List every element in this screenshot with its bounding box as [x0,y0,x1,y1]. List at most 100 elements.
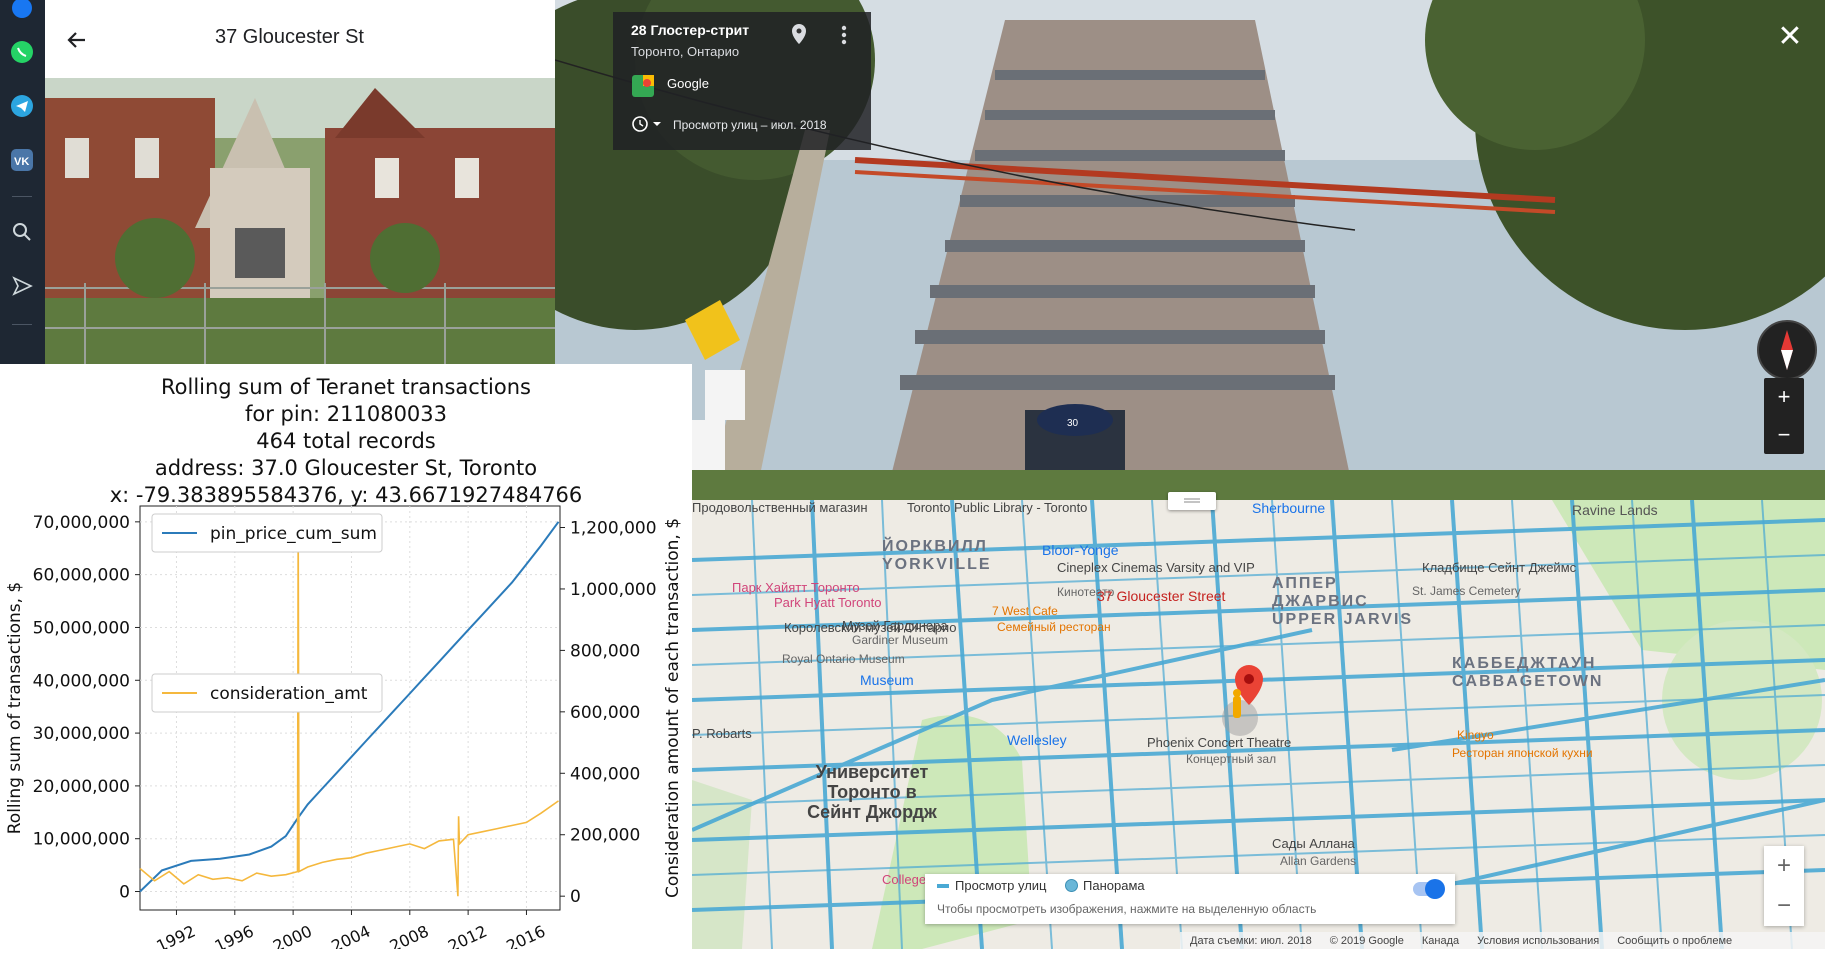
x-tick-label: 1992 [153,921,198,949]
time-travel-icon[interactable] [631,114,667,134]
region-link[interactable]: Канада [1422,935,1459,947]
map-label[interactable]: Sherbourne [1252,500,1325,516]
pegman-icon[interactable] [1233,696,1241,718]
map-label[interactable]: Кладбище Сейнт Джеймс [1422,560,1576,575]
map-label[interactable]: Wellesley [1007,732,1067,748]
legend-streetview: Просмотр улиц [955,878,1047,893]
google-brand[interactable]: Google [667,76,709,91]
street-view-city: Торонто, Онтарио [631,44,740,59]
search-icon[interactable] [8,218,36,246]
map-label[interactable]: Семейный ресторан [997,620,1111,634]
y-right-tick-label: 200,000 [570,826,640,846]
svg-text:VK: VK [14,156,29,168]
panorama-dot-icon [1065,879,1078,892]
map-zoom-out-button[interactable]: − [1764,886,1804,926]
street-view-legend: Просмотр улиц Панорама Чтобы просмотреть… [925,874,1455,924]
map-label: Университет Торонто в Сейнт Джордж [807,762,937,822]
street-view-info-card: 28 Глостер-стрит Торонто, Онтарио Google… [613,12,871,150]
x-tick-label: 2000 [270,921,315,949]
chart-title-line: x: -79.383895584376, y: 43.6671927484766 [110,483,583,507]
map-label[interactable]: Cineplex Cinemas Varsity and VIP [1057,560,1255,575]
vk-icon[interactable]: VK [8,146,36,174]
map-label[interactable]: Музей Гардинера [842,618,948,633]
map-label[interactable]: Ресторан японской кухни [1452,746,1593,760]
y-right-tick-label: 1,000,000 [570,580,657,600]
map-label[interactable]: Gardiner Museum [852,633,948,647]
messenger-sidebar: VK [0,0,45,364]
compass-icon[interactable] [1757,320,1817,380]
map-label[interactable]: Museum [860,672,914,688]
zoom-in-button[interactable]: + [1764,378,1804,416]
send-icon[interactable] [8,272,36,300]
map-label[interactable]: Парк Хайятт Торонто [732,580,860,595]
map-footer: Дата съемки: июл. 2018 © 2019 Google Кан… [1180,932,1825,949]
y-left-tick-label: 50,000,000 [33,618,130,638]
x-tick-label: 2008 [387,921,432,949]
messenger-icon[interactable] [8,0,36,22]
y-right-tick-label: 400,000 [570,764,640,784]
legend-label: pin_price_cum_sum [210,524,377,544]
y-left-tick-label: 10,000,000 [33,830,130,850]
y-right-axis-label: Consideration amount of each transaction… [663,518,683,898]
legend-panorama: Панорама [1083,878,1145,893]
x-tick-label: 2004 [328,921,373,949]
street-view-title[interactable]: 28 Глостер-стрит [631,22,749,38]
y-left-tick-label: 40,000,000 [33,671,130,691]
copyright: © 2019 Google [1329,934,1404,947]
legend-label: consideration_amt [210,684,368,704]
report-problem-link[interactable]: Сообщить о проблеме [1617,935,1732,947]
telegram-icon[interactable] [8,92,36,120]
map-label[interactable]: St. James Cemetery [1412,584,1521,598]
y-left-tick-label: 20,000,000 [33,777,130,797]
location-pin-icon[interactable] [789,22,809,46]
chart-title-line: 464 total records [256,429,435,453]
map-label[interactable]: Концертный зал [1186,752,1276,766]
x-tick-label: 2016 [503,921,548,949]
map-label[interactable]: Сады Аллана [1272,836,1355,851]
map-label[interactable]: Park Hyatt Toronto [774,595,881,610]
divider [12,196,32,197]
close-icon[interactable]: ✕ [1775,22,1805,52]
x-tick-label: 1996 [212,921,257,949]
google-maps-icon[interactable] [631,74,655,98]
map-label[interactable]: 37 Gloucester Street [1097,588,1225,604]
map-label[interactable]: Allan Gardens [1280,854,1356,868]
chart-panel: Rolling sum of Teranet transactions for p… [0,364,692,954]
map-zoom-in-button[interactable]: + [1764,846,1804,886]
map-label[interactable]: Phoenix Concert Theatre [1147,735,1291,750]
y-right-tick-label: 800,000 [570,641,640,661]
divider [12,324,32,325]
building-number-sign: 30 [1067,418,1079,429]
y-right-tick-label: 1,200,000 [570,519,657,539]
zoom-out-button[interactable]: − [1764,416,1804,454]
y-left-tick-label: 30,000,000 [33,724,130,744]
legend-hint: Чтобы просмотреть изображения, нажмите н… [937,902,1317,916]
map-label[interactable]: Bloor-Yonge [1042,542,1119,558]
whatsapp-icon[interactable] [8,38,36,66]
map-label[interactable]: Toronto Public Library - Toronto [907,500,1087,515]
back-arrow-icon[interactable] [63,26,91,54]
capture-date: Дата съемки: июл. 2018 [1190,934,1312,947]
terms-link[interactable]: Условия использования [1477,935,1599,947]
panel-resize-handle[interactable] [1168,492,1216,510]
y-left-axis-label: Rolling sum of transactions, $ [5,582,25,835]
x-tick-label: 2012 [445,921,490,949]
map-label[interactable]: Ravine Lands [1572,502,1658,518]
map-label[interactable]: Продовольственный магазин [692,500,868,515]
place-photo[interactable] [45,78,555,364]
place-title: 37 Gloucester St [215,26,364,48]
more-vert-icon[interactable] [839,24,849,46]
map-label: ЙОРКВИЛЛ YORKVILLE [882,538,992,573]
map-label[interactable]: Royal Ontario Museum [782,652,905,666]
y-right-tick-label: 600,000 [570,703,640,723]
streetview-line-swatch [937,884,949,888]
map-label: АППЕР ДЖАРВИС UPPER JARVIS [1272,575,1414,628]
map-label[interactable]: Kingyo [1457,728,1494,742]
street-view-date[interactable]: Просмотр улиц – июл. 2018 [673,118,827,132]
map-label[interactable]: P. Robarts [692,726,752,741]
street-view-toggle[interactable] [1413,879,1445,899]
map-label[interactable]: 7 West Cafe [992,604,1058,618]
map-label: КАББЕДЖТАУН CABBAGETOWN [1452,655,1604,690]
y-left-tick-label: 70,000,000 [33,513,130,533]
chart-title-line: Rolling sum of Teranet transactions [161,375,531,399]
